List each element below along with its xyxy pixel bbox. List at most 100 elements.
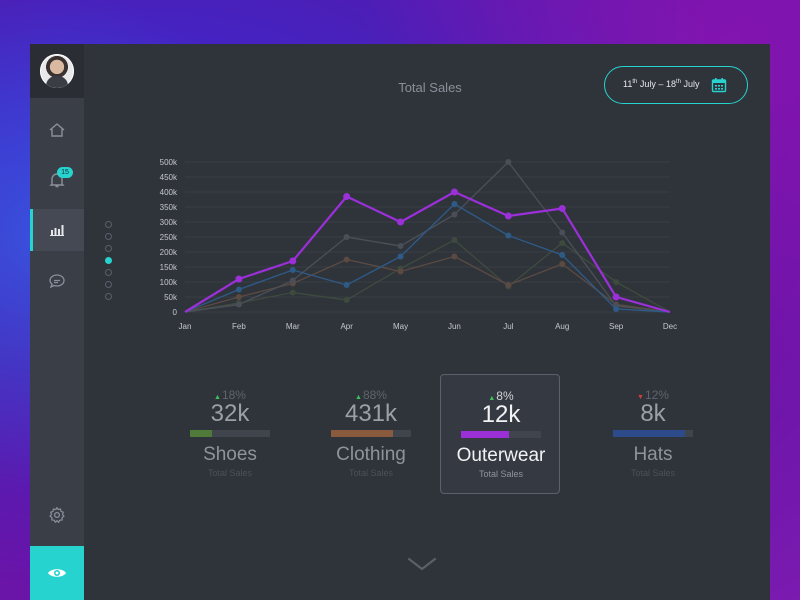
category-subtitle: Total Sales [348, 468, 394, 478]
category-card[interactable]: ▲18% 32k Shoes Total Sales [170, 374, 290, 494]
y-tick-label: 350k [160, 203, 178, 212]
y-tick-label: 150k [160, 263, 178, 272]
sales-value: 32k [210, 400, 250, 427]
sidebar-item-notifications[interactable]: 15 [30, 159, 84, 201]
category-card[interactable]: ▲8% 12k Outerwear Total Sales [440, 374, 560, 494]
date-range-button[interactable]: 11th July – 18th July [604, 66, 748, 104]
y-tick-label: 0 [173, 308, 178, 317]
x-tick-label: May [393, 322, 408, 331]
settings-button[interactable] [30, 494, 84, 536]
sales-value: 8k [640, 400, 666, 427]
data-point[interactable] [613, 279, 620, 285]
progress-bar [331, 430, 411, 437]
dashboard-window: 15 Total Sales 11th July – 18th July 0 5… [30, 44, 770, 600]
avatar-container[interactable] [30, 44, 84, 98]
data-point[interactable] [558, 205, 566, 212]
data-point[interactable] [559, 261, 566, 267]
eye-icon [48, 569, 66, 577]
y-tick-label: 50k [164, 293, 178, 302]
view-toggle-button[interactable] [30, 546, 84, 600]
data-point[interactable] [397, 268, 404, 275]
progress-bar [461, 431, 541, 438]
category-subtitle: Total Sales [478, 469, 524, 479]
x-tick-label: Apr [340, 322, 353, 331]
data-point[interactable] [451, 253, 458, 260]
data-point[interactable] [504, 212, 512, 220]
y-tick-label: 300k [160, 218, 178, 227]
data-point[interactable] [505, 159, 512, 165]
chevron-down-icon[interactable] [407, 556, 437, 572]
page-dot[interactable] [105, 233, 112, 240]
data-point[interactable] [343, 234, 350, 240]
data-point[interactable] [451, 211, 458, 218]
page-dot[interactable] [105, 293, 112, 300]
category-name: Clothing [336, 444, 406, 465]
notification-badge: 15 [57, 167, 73, 178]
data-point[interactable] [559, 252, 566, 258]
data-point[interactable] [289, 267, 296, 273]
x-tick-label: Jun [448, 322, 461, 331]
series-line [184, 239, 671, 313]
progress-bar [190, 430, 270, 437]
category-name: Hats [633, 444, 673, 465]
data-point[interactable] [505, 232, 512, 239]
sidebar: 15 [30, 44, 84, 600]
category-name: Outerwear [456, 445, 546, 466]
page-dot[interactable] [105, 269, 112, 276]
y-tick-label: 250k [160, 233, 178, 242]
data-point[interactable] [450, 188, 458, 196]
calendar-icon [711, 78, 727, 93]
data-point[interactable] [235, 301, 242, 308]
chat-icon [49, 274, 65, 289]
data-point[interactable] [451, 237, 458, 243]
data-point[interactable] [397, 253, 404, 260]
category-subtitle: Total Sales [630, 468, 676, 478]
data-point[interactable] [343, 297, 350, 303]
data-point[interactable] [505, 282, 512, 288]
data-point[interactable] [235, 275, 243, 283]
page-dot[interactable] [105, 221, 112, 228]
data-point[interactable] [343, 282, 350, 288]
page-dot[interactable] [105, 257, 112, 264]
data-point[interactable] [289, 257, 297, 265]
y-tick-label: 450k [160, 173, 178, 182]
data-point[interactable] [235, 294, 242, 300]
category-name: Shoes [203, 444, 257, 465]
data-point[interactable] [451, 201, 458, 207]
category-card[interactable]: ▼12% 8k Hats Total Sales [593, 374, 713, 494]
x-tick-label: Jul [503, 322, 513, 331]
bar-chart-icon [50, 225, 64, 236]
data-point[interactable] [397, 243, 404, 249]
x-tick-label: Dec [663, 322, 677, 331]
category-card[interactable]: ▲88% 431k Clothing Total Sales [311, 374, 431, 494]
x-tick-label: Mar [286, 322, 300, 331]
sales-value: 431k [344, 400, 398, 427]
data-point[interactable] [613, 306, 620, 312]
x-tick-label: Aug [555, 322, 569, 331]
page-title: Total Sales [398, 80, 462, 95]
y-tick-label: 400k [160, 188, 178, 197]
avatar[interactable] [40, 54, 74, 88]
sidebar-item-analytics[interactable] [30, 209, 84, 251]
data-point[interactable] [289, 277, 296, 284]
sidebar-item-home[interactable] [30, 109, 84, 151]
date-range-label: 11th July – 18th July [623, 79, 700, 89]
page-dot[interactable] [105, 281, 112, 288]
sales-value: 12k [481, 401, 521, 428]
x-tick-label: Jan [179, 322, 192, 331]
data-point[interactable] [559, 240, 566, 246]
gear-icon [49, 506, 65, 523]
y-tick-label: 500k [160, 158, 178, 167]
data-point[interactable] [612, 293, 620, 301]
data-point[interactable] [343, 256, 350, 263]
data-point[interactable] [235, 286, 242, 293]
data-point[interactable] [289, 289, 296, 296]
sales-line-chart: 0 50k 100k 150k 200k 250k 300k 350k 400k 450k 500k… [160, 158, 677, 331]
sidebar-item-messages[interactable] [30, 260, 84, 302]
data-point[interactable] [397, 218, 405, 226]
data-point[interactable] [559, 229, 566, 236]
data-point[interactable] [343, 193, 351, 200]
page-dot[interactable] [105, 245, 112, 252]
x-tick-label: Feb [232, 322, 246, 331]
x-tick-label: Sep [609, 322, 624, 331]
